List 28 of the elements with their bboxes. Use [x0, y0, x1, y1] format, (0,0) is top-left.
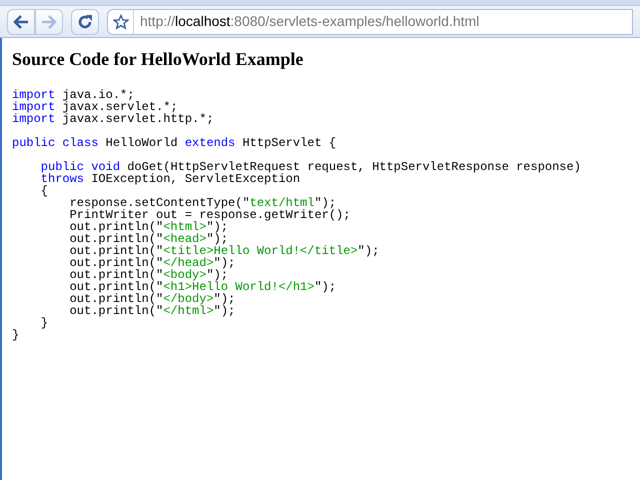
code-line: PrintWriter out = response.getWriter(); [68, 209, 350, 221]
url-text: http://localhost:8080/servlets-examples/helloworld.html [140, 12, 480, 31]
forward-arrow-icon [41, 14, 57, 28]
code-line: out.println("<html>"); [68, 221, 228, 233]
code-line: } [40, 317, 48, 329]
back-button[interactable] [7, 8, 35, 34]
code-line: public void doGet(HttpServletRequest request, HttpServletResponse response) [40, 161, 581, 173]
code-line: import java.io.*; [12, 89, 134, 101]
code-line: out.println("</head>"); [68, 257, 236, 269]
code-line: out.println("</body>"); [68, 293, 236, 305]
code-line: { [40, 185, 48, 197]
back-arrow-icon [13, 14, 29, 28]
code-line: out.println("<head>"); [68, 233, 228, 245]
address-bar[interactable]: http://localhost:8080/servlets-examples/helloworld.html [107, 8, 633, 34]
reload-button[interactable] [71, 8, 99, 34]
star-icon[interactable] [112, 14, 128, 30]
code-line: out.println("<title>Hello World!</title>"); [68, 245, 380, 257]
page-heading: Source Code for HelloWorld Example [12, 48, 304, 70]
code-line: out.println("<h1>Hello World!</h1>"); [68, 281, 336, 293]
code-line: response.setContentType("text/html"); [68, 197, 336, 209]
code-line: out.println("<body>"); [68, 269, 228, 281]
reload-icon [77, 14, 93, 30]
code-line: throws IOException, ServletException [40, 173, 300, 185]
code-line: import javax.servlet.*; [12, 101, 178, 113]
code-line: public class HelloWorld extends HttpServlet { [12, 137, 336, 149]
code-line: out.println("</html>"); [68, 305, 236, 317]
code-line: import javax.servlet.http.*; [12, 113, 214, 125]
code-line: } [12, 329, 20, 341]
